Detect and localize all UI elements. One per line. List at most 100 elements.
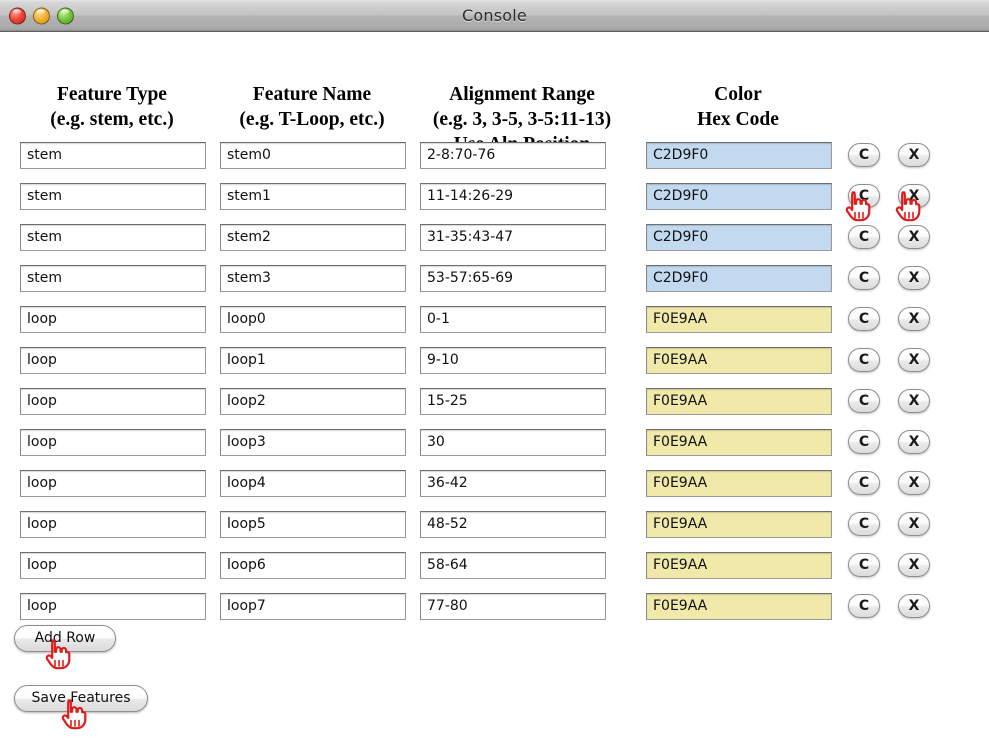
- header-color-line2: Hex Code: [697, 109, 779, 130]
- color-hex-input[interactable]: C2D9F0: [646, 142, 832, 169]
- feature-type-input[interactable]: loop: [20, 552, 206, 579]
- copy-row-button[interactable]: C: [848, 512, 880, 536]
- color-hex-input[interactable]: C2D9F0: [646, 224, 832, 251]
- table-row: loop loop5 48-52 F0E9AA C X: [0, 511, 989, 552]
- window-controls: [9, 7, 74, 24]
- delete-row-button[interactable]: X: [898, 307, 930, 331]
- feature-name-input[interactable]: loop3: [220, 429, 406, 456]
- alignment-range-input[interactable]: 77-80: [420, 593, 606, 620]
- copy-row-button[interactable]: C: [848, 430, 880, 454]
- alignment-range-input[interactable]: 30: [420, 429, 606, 456]
- table-row: stem stem2 31-35:43-47 C2D9F0 C X: [0, 224, 989, 265]
- copy-row-button[interactable]: C: [848, 594, 880, 618]
- header-color-line1: Color: [714, 84, 762, 105]
- header-feature-type: Feature Type (e.g. stem, etc.): [14, 82, 210, 132]
- color-hex-input[interactable]: F0E9AA: [646, 552, 832, 579]
- color-hex-input[interactable]: F0E9AA: [646, 347, 832, 374]
- feature-name-input[interactable]: loop0: [220, 306, 406, 333]
- alignment-range-input[interactable]: 11-14:26-29: [420, 183, 606, 210]
- feature-type-input[interactable]: loop: [20, 347, 206, 374]
- delete-row-button[interactable]: X: [898, 594, 930, 618]
- feature-type-input[interactable]: loop: [20, 429, 206, 456]
- feature-type-input[interactable]: stem: [20, 265, 206, 292]
- color-hex-input[interactable]: F0E9AA: [646, 306, 832, 333]
- color-hex-input[interactable]: F0E9AA: [646, 388, 832, 415]
- titlebar: Console: [0, 0, 989, 32]
- copy-row-button[interactable]: C: [848, 266, 880, 290]
- delete-row-button[interactable]: X: [898, 266, 930, 290]
- zoom-button[interactable]: [57, 7, 74, 24]
- feature-type-input[interactable]: loop: [20, 388, 206, 415]
- delete-row-button[interactable]: X: [898, 225, 930, 249]
- feature-type-input[interactable]: loop: [20, 470, 206, 497]
- console-window: Console Feature Type (e.g. stem, etc.) F…: [0, 0, 989, 741]
- table-row: stem stem1 11-14:26-29 C2D9F0 C X: [0, 183, 989, 224]
- copy-row-button[interactable]: C: [848, 184, 880, 208]
- feature-type-input[interactable]: stem: [20, 224, 206, 251]
- feature-name-input[interactable]: stem1: [220, 183, 406, 210]
- header-feature-name-line1: Feature Name: [252, 84, 372, 105]
- alignment-range-input[interactable]: 15-25: [420, 388, 606, 415]
- table-row: loop loop0 0-1 F0E9AA C X: [0, 306, 989, 347]
- close-button[interactable]: [9, 7, 26, 24]
- alignment-range-input[interactable]: 36-42: [420, 470, 606, 497]
- copy-row-button[interactable]: C: [848, 348, 880, 372]
- alignment-range-input[interactable]: 53-57:65-69: [420, 265, 606, 292]
- feature-name-input[interactable]: stem2: [220, 224, 406, 251]
- copy-row-button[interactable]: C: [848, 225, 880, 249]
- table-row: loop loop7 77-80 F0E9AA C X: [0, 593, 989, 634]
- add-row-button[interactable]: Add Row: [14, 625, 116, 652]
- color-hex-input[interactable]: F0E9AA: [646, 593, 832, 620]
- save-features-button[interactable]: Save Features: [14, 685, 148, 712]
- alignment-range-input[interactable]: 2-8:70-76: [420, 142, 606, 169]
- feature-name-input[interactable]: stem3: [220, 265, 406, 292]
- copy-row-button[interactable]: C: [848, 471, 880, 495]
- delete-row-button[interactable]: X: [898, 553, 930, 577]
- header-alignment-range-line1: Alignment Range: [449, 84, 595, 105]
- feature-name-input[interactable]: stem0: [220, 142, 406, 169]
- feature-name-input[interactable]: loop4: [220, 470, 406, 497]
- copy-row-button[interactable]: C: [848, 307, 880, 331]
- color-hex-input[interactable]: F0E9AA: [646, 470, 832, 497]
- color-hex-input[interactable]: C2D9F0: [646, 265, 832, 292]
- header-alignment-range-line2: (e.g. 3, 3-5, 3-5:11-13): [432, 109, 612, 130]
- feature-name-input[interactable]: loop7: [220, 593, 406, 620]
- feature-type-input[interactable]: loop: [20, 306, 206, 333]
- delete-row-button[interactable]: X: [898, 389, 930, 413]
- table-row: loop loop3 30 F0E9AA C X: [0, 429, 989, 470]
- header-color: Color Hex Code: [640, 82, 836, 132]
- copy-row-button[interactable]: C: [848, 143, 880, 167]
- feature-rows: stem stem0 2-8:70-76 C2D9F0 C Xstem stem1 11-14…: [0, 142, 989, 634]
- minimize-button[interactable]: [33, 7, 50, 24]
- copy-row-button[interactable]: C: [848, 553, 880, 577]
- alignment-range-input[interactable]: 9-10: [420, 347, 606, 374]
- feature-type-input[interactable]: stem: [20, 142, 206, 169]
- delete-row-button[interactable]: X: [898, 430, 930, 454]
- delete-row-button[interactable]: X: [898, 143, 930, 167]
- color-hex-input[interactable]: C2D9F0: [646, 183, 832, 210]
- header-feature-name: Feature Name (e.g. T-Loop, etc.): [214, 82, 410, 132]
- feature-name-input[interactable]: loop1: [220, 347, 406, 374]
- delete-row-button[interactable]: X: [898, 348, 930, 372]
- header-feature-type-line2: (e.g. stem, etc.): [50, 109, 174, 130]
- header-feature-type-line1: Feature Type: [57, 84, 167, 105]
- feature-name-input[interactable]: loop2: [220, 388, 406, 415]
- column-headers: Feature Type (e.g. stem, etc.) Feature N…: [0, 32, 989, 155]
- alignment-range-input[interactable]: 0-1: [420, 306, 606, 333]
- copy-row-button[interactable]: C: [848, 389, 880, 413]
- feature-name-input[interactable]: loop6: [220, 552, 406, 579]
- color-hex-input[interactable]: F0E9AA: [646, 511, 832, 538]
- header-feature-name-line2: (e.g. T-Loop, etc.): [239, 109, 385, 130]
- feature-type-input[interactable]: loop: [20, 511, 206, 538]
- alignment-range-input[interactable]: 58-64: [420, 552, 606, 579]
- delete-row-button[interactable]: X: [898, 512, 930, 536]
- feature-name-input[interactable]: loop5: [220, 511, 406, 538]
- delete-row-button[interactable]: X: [898, 184, 930, 208]
- feature-type-input[interactable]: stem: [20, 183, 206, 210]
- color-hex-input[interactable]: F0E9AA: [646, 429, 832, 456]
- delete-row-button[interactable]: X: [898, 471, 930, 495]
- table-row: loop loop4 36-42 F0E9AA C X: [0, 470, 989, 511]
- feature-type-input[interactable]: loop: [20, 593, 206, 620]
- alignment-range-input[interactable]: 31-35:43-47: [420, 224, 606, 251]
- alignment-range-input[interactable]: 48-52: [420, 511, 606, 538]
